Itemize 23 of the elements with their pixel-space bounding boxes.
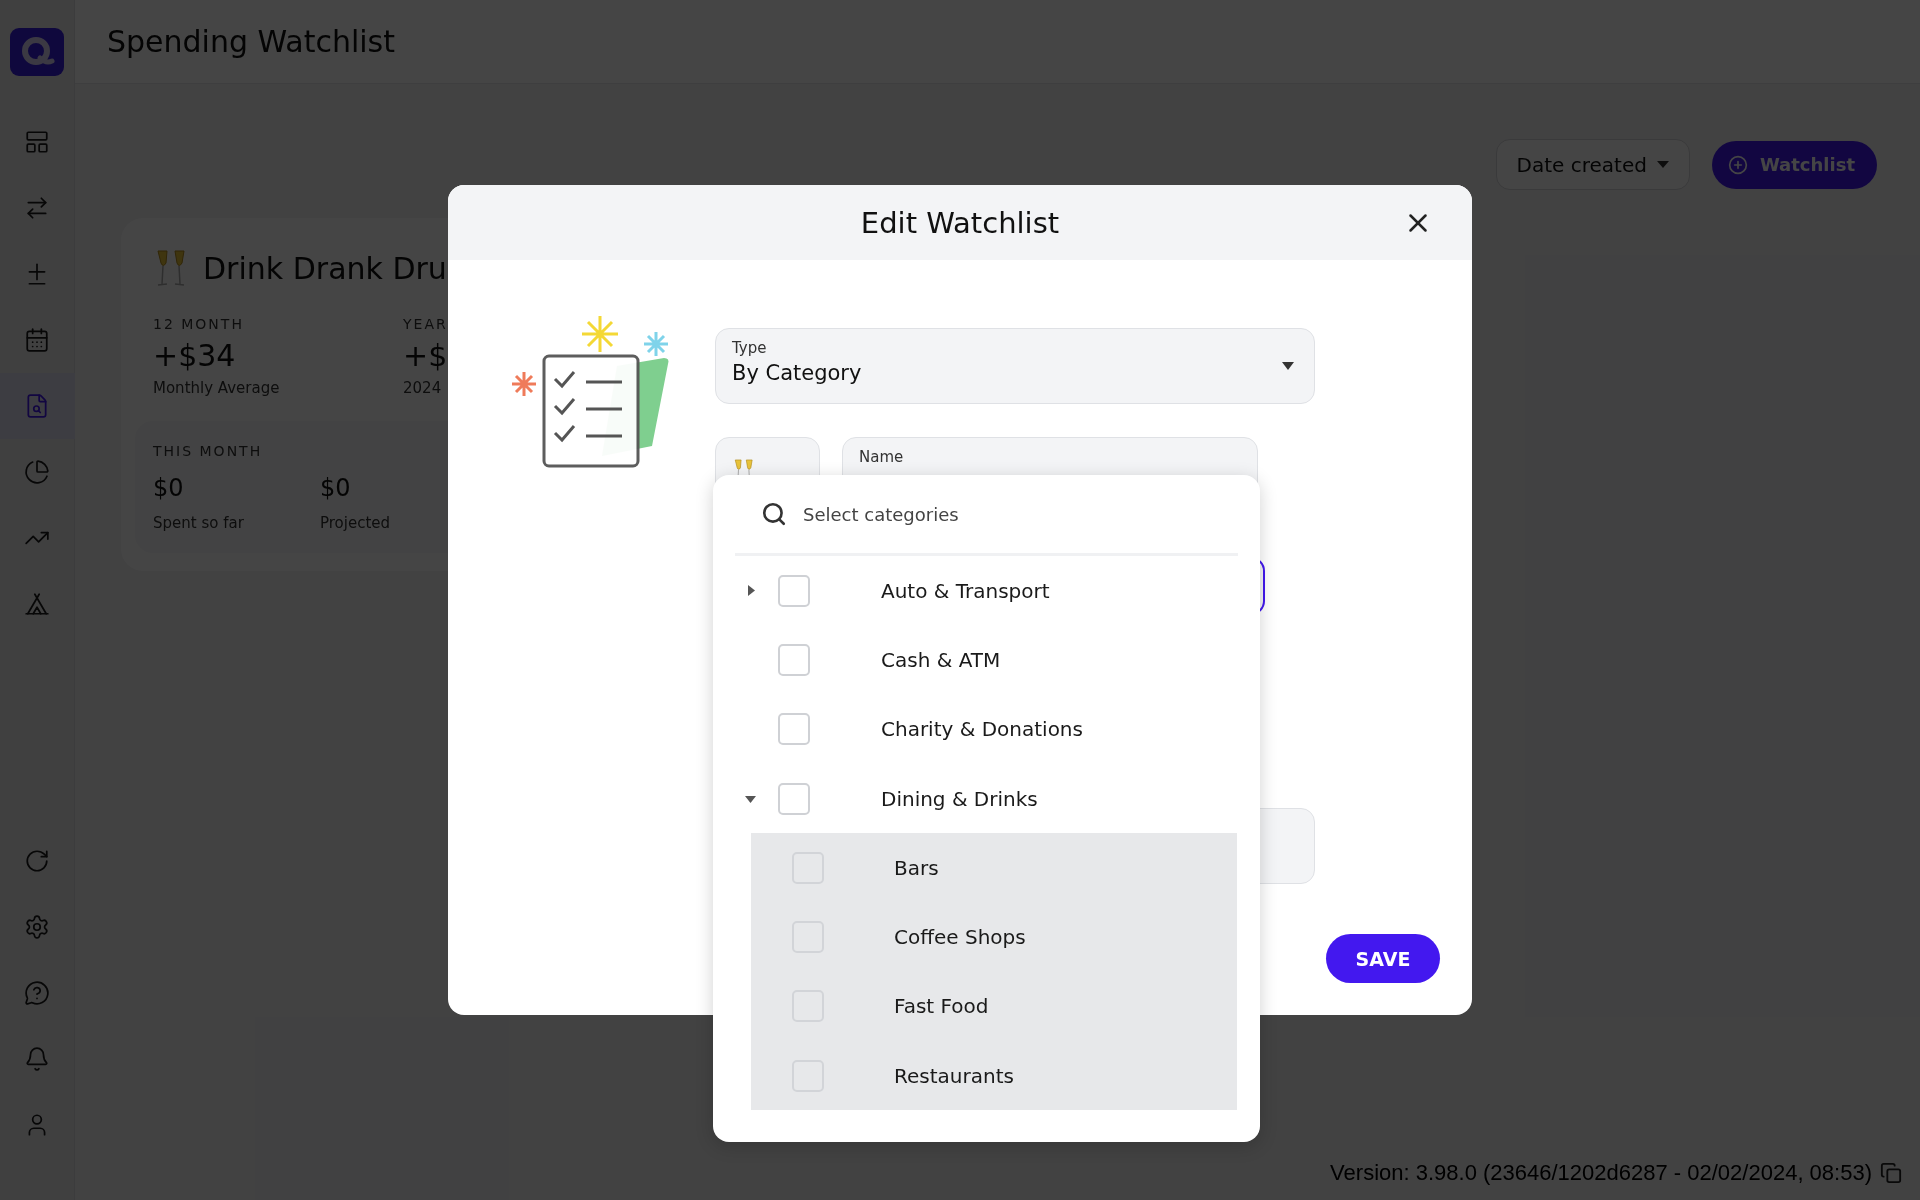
stat-value: $0	[153, 474, 185, 502]
watchlist-title: Drink Drank Dru	[203, 250, 447, 286]
stat-heading: YEAR	[403, 316, 449, 332]
page-title: Spending Watchlist	[107, 24, 395, 59]
stat-caption: 2024	[403, 379, 443, 397]
category-label: Auto & Transport	[881, 578, 1050, 603]
field-label: Type	[732, 339, 768, 357]
category-label: Bars	[894, 855, 939, 880]
category-label: Dining & Drinks	[881, 786, 1038, 811]
stat-caption: Monthly Average	[153, 379, 281, 397]
stat-value: $0	[320, 474, 352, 502]
category-label: Coffee Shops	[894, 925, 1026, 950]
category-label: Charity & Donations	[881, 717, 1083, 742]
field-value: By Category	[732, 361, 862, 385]
stat-heading: 12 MONTH	[153, 316, 245, 332]
field-label: Name	[859, 448, 905, 466]
stat-value: +$34	[153, 338, 237, 373]
version-text: Version: 3.98.0 (23646/1202d6287 - 02/02/2024, 08:53)	[1330, 1160, 1872, 1186]
dialog-title: Edit Watchlist	[860, 205, 1060, 240]
category-label: Cash & ATM	[881, 647, 1001, 672]
stat-value: +$	[403, 338, 449, 373]
category-label: Restaurants	[894, 1063, 1014, 1088]
category-label: Fast Food	[894, 994, 989, 1019]
